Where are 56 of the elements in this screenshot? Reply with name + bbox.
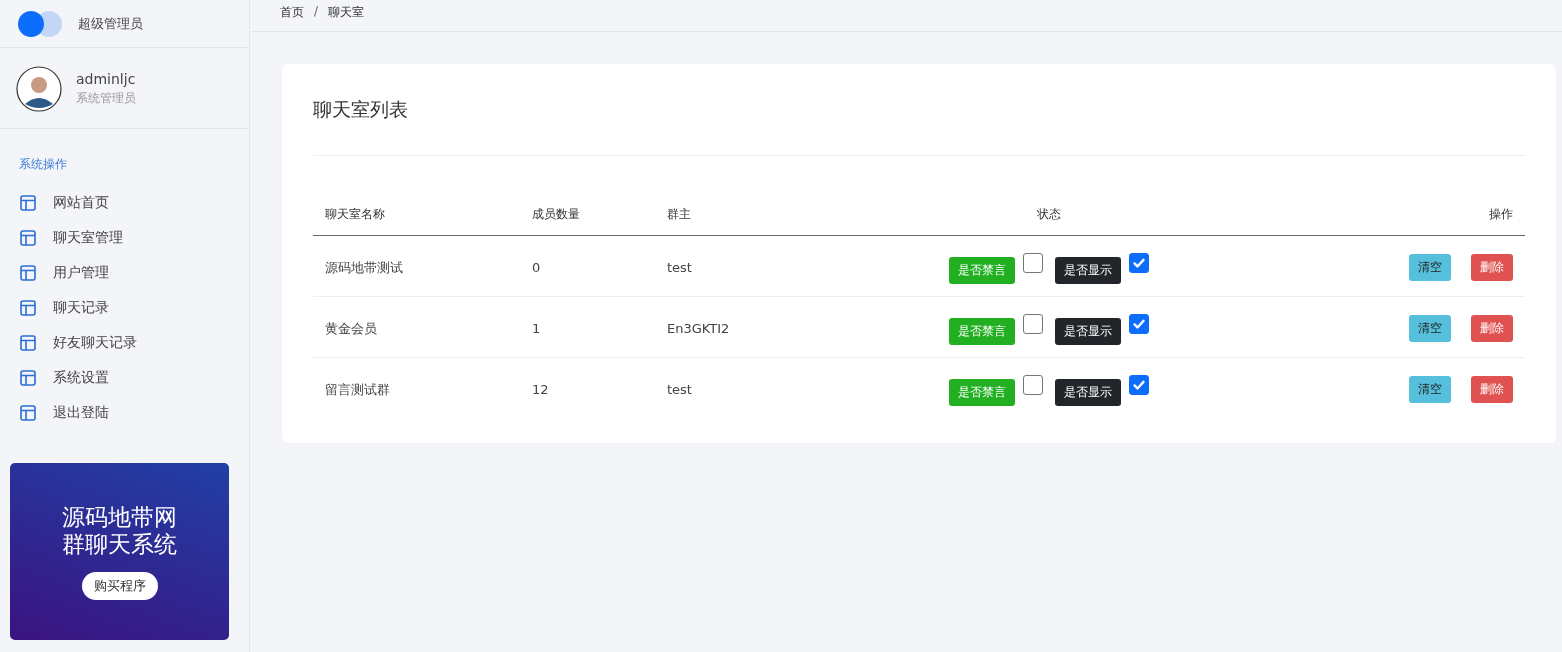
nav-item[interactable]: 网站首页 <box>0 185 249 220</box>
avatar-icon <box>16 66 62 112</box>
brand-title: 超级管理员 <box>78 14 143 33</box>
table-cell: 1 <box>532 321 541 336</box>
layout-icon <box>20 194 36 211</box>
logo-icon <box>16 9 64 38</box>
user-name: adminljc <box>76 71 136 87</box>
table-cell: 黄金会员 <box>325 320 377 336</box>
table-cell: 0 <box>532 260 541 275</box>
show-button[interactable]: 是否显示 <box>1055 379 1121 407</box>
section-label: 系统操作 <box>18 156 68 173</box>
buy-button[interactable]: 购买程序 <box>81 571 158 600</box>
delete-button[interactable]: 删除 <box>1471 254 1513 281</box>
nav-item[interactable]: 聊天记录 <box>0 290 249 325</box>
breadcrumb-link[interactable]: 首页 <box>280 4 304 31</box>
layout-icon <box>20 369 36 386</box>
checkbox[interactable] <box>1129 253 1149 273</box>
checkbox[interactable] <box>1023 314 1043 334</box>
breadcrumb-separator: / <box>314 4 319 20</box>
column-header: 群主 <box>667 207 691 221</box>
layout-icon <box>20 299 36 316</box>
user-role: 系统管理员 <box>76 90 136 107</box>
promo-title: 群聊天系统 <box>62 530 177 558</box>
column-header: 成员数量 <box>532 207 580 221</box>
table-cell: 留言测试群 <box>325 381 390 397</box>
promo-title: 源码地带网 <box>62 503 177 531</box>
nav-item[interactable]: 系统设置 <box>0 360 249 395</box>
nav-item[interactable]: 用户管理 <box>0 255 249 290</box>
nav-item[interactable]: 好友聊天记录 <box>0 325 249 360</box>
clear-button[interactable]: 清空 <box>1409 254 1451 281</box>
table-cell: 12 <box>532 382 549 398</box>
breadcrumb-current: 聊天室 <box>328 4 365 21</box>
show-button[interactable]: 是否显示 <box>1055 318 1121 345</box>
delete-button[interactable]: 删除 <box>1471 315 1513 342</box>
table-cell: 源码地带测试 <box>325 259 403 275</box>
checkbox[interactable] <box>1129 314 1149 334</box>
layout-icon <box>20 229 36 246</box>
card-title: 聊天室列表 <box>313 64 1525 156</box>
layout-icon <box>20 264 36 281</box>
layout-icon <box>20 334 36 351</box>
column-header: 操作 <box>1489 207 1513 221</box>
table-cell: test <box>667 382 692 398</box>
clear-button[interactable]: 清空 <box>1409 315 1451 342</box>
column-header: 聊天室名称 <box>325 207 385 221</box>
checkbox[interactable] <box>1023 375 1043 396</box>
nav-item[interactable]: 聊天室管理 <box>0 220 249 255</box>
checkbox[interactable] <box>1023 253 1043 273</box>
column-header: 状态 <box>1037 207 1061 221</box>
show-button[interactable]: 是否显示 <box>1055 257 1121 284</box>
layout-icon <box>20 404 36 421</box>
table-cell: test <box>667 260 692 275</box>
nav-item[interactable]: 退出登陆 <box>0 395 249 430</box>
clear-button[interactable]: 清空 <box>1409 376 1451 404</box>
table-cell: En3GKTI2 <box>667 321 730 336</box>
checkbox[interactable] <box>1129 375 1149 396</box>
delete-button[interactable]: 删除 <box>1471 376 1513 404</box>
